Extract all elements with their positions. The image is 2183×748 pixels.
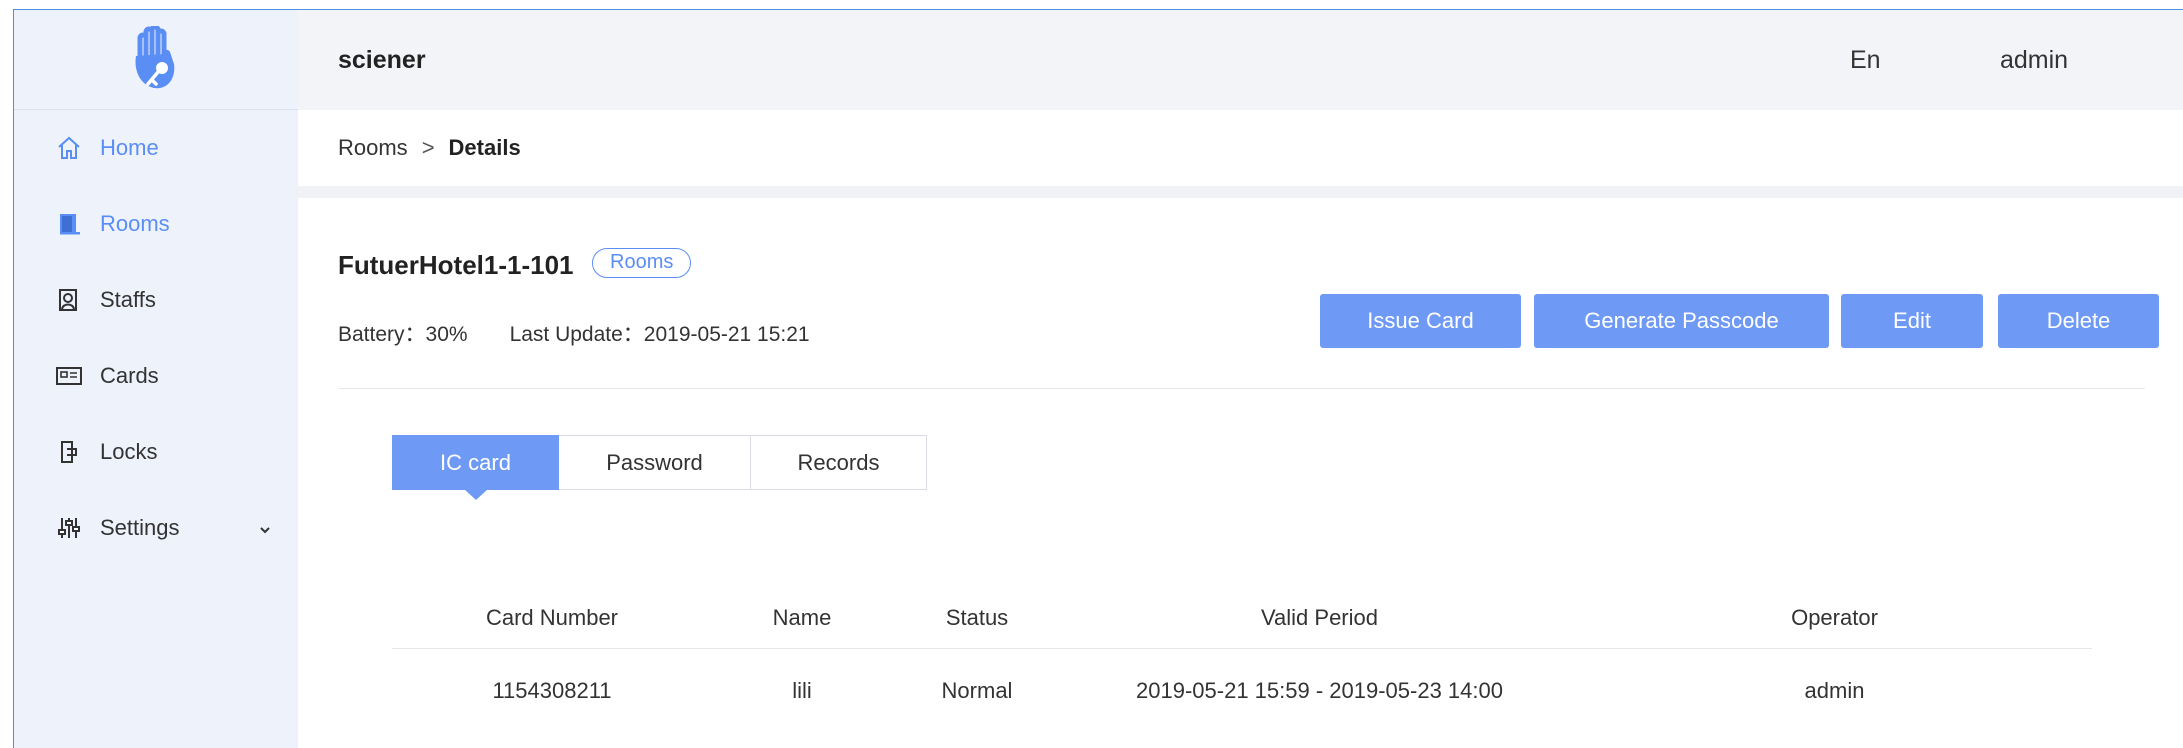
table-row[interactable]: 1154308211 lili Normal 2019-05-21 15:59 … [392,648,2092,734]
settings-icon [54,513,84,543]
sidebar-item-label: Staffs [100,287,156,312]
brand-title: sciener [338,45,426,74]
top-header: sciener En admin [298,10,2183,110]
hand-key-logo-icon [135,25,175,88]
app-window: Home Rooms Staffs Cards Locks Settings s… [13,9,2183,748]
sidebar-item-cards[interactable]: Cards [14,338,298,414]
home-icon [54,133,84,163]
sidebar-item-rooms[interactable]: Rooms [14,186,298,262]
sidebar-item-label: Settings [100,515,180,540]
column-header-operator: Operator [1577,588,2092,649]
sidebar-item-label: Locks [100,439,158,464]
sidebar-item-home[interactable]: Home [14,110,298,186]
room-details: FutuerHotel1-1-101 Rooms Battery：30% Last… [298,198,2183,748]
column-header-name: Name [712,588,892,649]
language-switch[interactable]: En [1850,46,1881,75]
sidebar-item-label: Rooms [100,211,170,236]
user-menu[interactable]: admin [2000,46,2068,75]
battery-status: Battery：30% [338,323,468,346]
column-header-valid-period: Valid Period [1062,588,1577,649]
card-icon [54,361,84,391]
sidebar-item-label: Home [100,135,159,160]
breadcrumb-current: Details [448,135,521,160]
cell-operator: admin [1804,678,1865,704]
sidebar-item-label: Cards [100,363,159,388]
lock-icon [54,437,84,467]
breadcrumb-link-rooms[interactable]: Rooms [338,135,408,161]
room-title: FutuerHotel1-1-101 [338,250,574,280]
tab-password[interactable]: Password [559,435,751,490]
tab-records[interactable]: Records [751,435,927,490]
delete-button[interactable]: Delete [1998,294,2159,348]
staff-icon [54,285,84,315]
sidebar-nav: Home Rooms Staffs Cards Locks Settings [14,110,298,566]
edit-button[interactable]: Edit [1841,294,1983,348]
column-header-card-number: Card Number [392,588,712,649]
table-header-row: Card Number Name Status Valid Period Ope… [392,588,2092,649]
sidebar: Home Rooms Staffs Cards Locks Settings [14,10,298,748]
generate-passcode-button[interactable]: Generate Passcode [1534,294,1829,348]
cell-name: lili [792,678,812,704]
cell-status: Normal [941,678,1013,704]
breadcrumb: Rooms > Details [298,110,2183,186]
tab-ic-card[interactable]: IC card [392,435,559,500]
sidebar-item-locks[interactable]: Locks [14,414,298,490]
door-icon [54,209,84,239]
room-meta: Battery：30% Last Update：2019-05-21 15:21 [338,318,810,348]
room-type-badge: Rooms [592,248,692,278]
detail-tabs: IC card Password Records [392,435,927,500]
last-update: Last Update：2019-05-21 15:21 [509,323,810,346]
cards-table: Card Number Name Status Valid Period Ope… [392,588,2092,734]
divider [338,388,2145,389]
sidebar-item-settings[interactable]: Settings [14,490,298,566]
logo[interactable] [14,10,298,110]
section-divider [298,186,2183,198]
column-header-status: Status [892,588,1062,649]
issue-card-button[interactable]: Issue Card [1320,294,1521,348]
breadcrumb-separator: > [421,135,435,160]
chevron-down-icon[interactable] [258,517,272,543]
sidebar-item-staffs[interactable]: Staffs [14,262,298,338]
cell-valid-period: 2019-05-21 15:59 - 2019-05-23 14:00 [1136,678,1503,704]
cell-card-number: 1154308211 [492,678,612,704]
